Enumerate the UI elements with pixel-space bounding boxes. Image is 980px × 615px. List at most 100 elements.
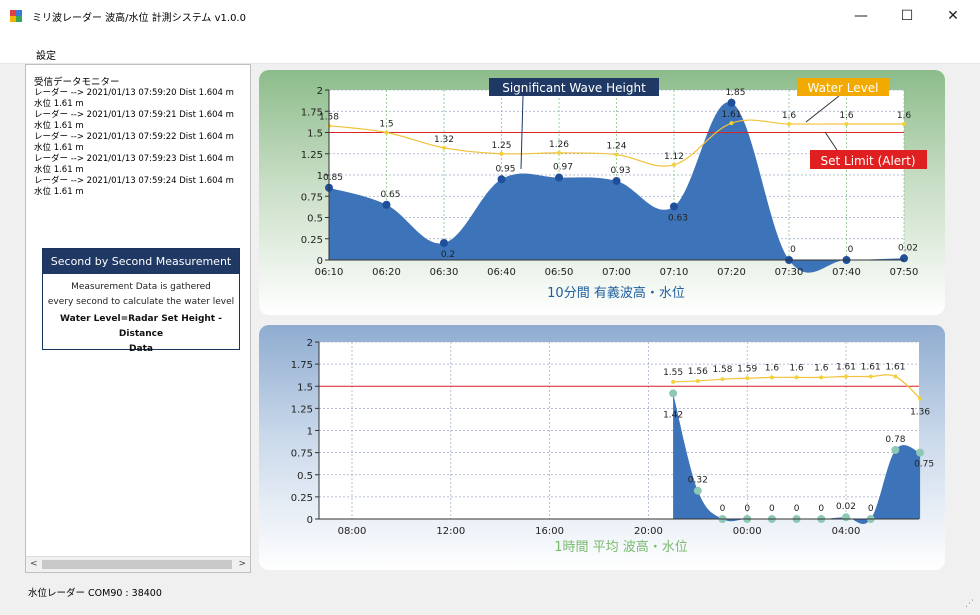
wave-height-label: 1.42 xyxy=(663,410,683,420)
wave-height-point xyxy=(670,202,678,211)
wave-height-point xyxy=(891,445,900,454)
water-level-label: 1.6 xyxy=(814,363,829,373)
wave-height-label: 0.93 xyxy=(610,166,630,176)
scroll-thumb[interactable] xyxy=(42,560,232,569)
water-level-label: 1.61 xyxy=(861,363,881,373)
y-tick-label: 0.25 xyxy=(291,493,313,504)
scroll-left-icon[interactable]: < xyxy=(30,559,38,569)
minimize-button[interactable]: — xyxy=(838,0,884,32)
monitor-title: 受信データモニター xyxy=(34,77,120,88)
log-line: 水位 1.61 m xyxy=(34,121,84,131)
y-tick-label: 1.75 xyxy=(291,360,313,371)
wave-height-point xyxy=(916,448,925,457)
log-line: レーダー --> 2021/01/13 07:59:24 Dist 1.604 … xyxy=(34,176,234,186)
x-tick-label: 06:50 xyxy=(545,267,574,278)
water-level-point xyxy=(769,375,774,380)
wave-height-label: 0 xyxy=(744,504,750,514)
horizontal-scrollbar[interactable]: < > xyxy=(26,556,250,572)
chart-title: 1時間 平均 波高・水位 xyxy=(554,539,688,555)
ten-minute-chart: 1.581.51.321.25 1.26 1.241.121.61 1.6 1.6 1.6… xyxy=(301,78,927,301)
water-level-label: 1.6 xyxy=(765,363,780,373)
water-level-label: 1.6 xyxy=(839,111,854,121)
wave-height-label: 0.85 xyxy=(323,173,343,183)
water-level-point xyxy=(729,121,734,126)
x-tick-label: 06:20 xyxy=(372,267,401,278)
water-level-point xyxy=(672,162,676,167)
wave-height-point xyxy=(382,200,391,209)
y-tick-label: 0 xyxy=(317,256,323,267)
water-level-point xyxy=(902,122,906,126)
window-title: ミリ波レーダー 波高/水位 計測システム v1.0.0 xyxy=(32,13,246,24)
resize-grip-icon[interactable]: ⋰ xyxy=(965,599,974,609)
water-level-point xyxy=(442,145,446,150)
app-icon xyxy=(10,10,22,22)
chart-title: 10分間 有義波高・水位 xyxy=(547,285,685,301)
y-tick-label: 1.25 xyxy=(301,150,323,161)
water-level-label: 1.58 xyxy=(712,365,732,375)
log-line: 水位 1.61 m xyxy=(34,165,84,175)
y-tick-label: 2 xyxy=(317,86,323,97)
log-line: レーダー --> 2021/01/13 07:59:23 Dist 1.604 … xyxy=(34,154,234,164)
info-text-line: every second to calculate the water leve… xyxy=(47,297,235,307)
water-level-point xyxy=(868,374,873,379)
water-level-label: 1.6 xyxy=(782,111,797,121)
x-tick-label: 06:40 xyxy=(487,267,516,278)
water-level-point xyxy=(499,151,504,156)
legend-set-limit: Set Limit (Alert) xyxy=(820,154,915,168)
wave-height-point xyxy=(612,176,621,185)
x-tick-label: 07:50 xyxy=(890,267,919,278)
y-tick-label: 0.5 xyxy=(297,471,313,482)
wave-height-label: 0.02 xyxy=(836,502,856,512)
x-tick-label: 07:30 xyxy=(775,267,804,278)
x-tick-label: 07:40 xyxy=(832,267,861,278)
monitor-log: レーダー --> 2021/01/13 07:59:20 Dist 1.604 … xyxy=(34,88,249,198)
info-formula-line: Data xyxy=(129,344,153,354)
water-level-point xyxy=(557,150,561,155)
water-level-point xyxy=(695,378,700,383)
water-level-label: 1.25 xyxy=(491,141,511,151)
y-tick-label: 0.25 xyxy=(301,235,323,246)
x-tick-label: 08:00 xyxy=(338,526,367,537)
wave-height-label: 0.75 xyxy=(914,460,934,470)
water-level-label: 1.55 xyxy=(663,368,683,378)
y-tick-label: 1.25 xyxy=(291,404,313,415)
wave-height-point xyxy=(440,239,448,247)
maximize-icon: ☐ xyxy=(900,8,914,24)
hourly-chart: 1.55 1.56 1.58 1.59 1.6 1.6 1.6 1.61 1.61 1.61 1.3… xyxy=(291,338,934,555)
x-tick-label: 04:00 xyxy=(832,526,861,537)
wave-height-label: 0 xyxy=(848,245,854,255)
y-tick-label: 0.5 xyxy=(307,214,323,225)
data-monitor-panel: 受信データモニター レーダー --> 2021/01/13 07:59:20 D… xyxy=(25,64,251,573)
wave-height-point xyxy=(555,173,563,182)
wave-height-label: 0.02 xyxy=(898,243,918,253)
x-tick-label: 20:00 xyxy=(634,526,663,537)
water-level-point xyxy=(787,122,791,126)
wave-height-label: 0 xyxy=(790,245,796,255)
water-level-point xyxy=(844,374,848,379)
close-button[interactable]: ✕ xyxy=(930,0,976,32)
scroll-right-icon[interactable]: > xyxy=(238,559,246,569)
wave-height-label: 1.85 xyxy=(725,88,745,98)
y-tick-label: 1 xyxy=(317,171,323,182)
water-level-point xyxy=(671,379,676,384)
y-tick-label: 1.5 xyxy=(307,129,323,140)
water-level-label: 1.36 xyxy=(910,408,930,418)
water-level-label: 1.61 xyxy=(885,363,905,373)
y-tick-label: 0 xyxy=(307,515,313,526)
water-level-label: 1.61 xyxy=(721,110,741,120)
info-formula-line: Water Level=Radar Set Height - Distance xyxy=(60,314,222,339)
x-tick-label: 12:00 xyxy=(436,526,465,537)
water-level-label: 1.61 xyxy=(836,363,856,373)
maximize-button[interactable]: ☐ xyxy=(884,0,930,32)
water-level-point xyxy=(844,122,849,126)
wave-height-label: 0.2 xyxy=(441,250,455,260)
log-line: 水位 1.61 m xyxy=(34,99,84,109)
x-tick-label: 07:10 xyxy=(660,267,689,278)
menu-settings[interactable]: 設定 xyxy=(36,47,56,62)
log-line: レーダー --> 2021/01/13 07:59:21 Dist 1.604 … xyxy=(34,110,234,120)
y-tick-label: 1.75 xyxy=(301,107,323,118)
water-level-label: 1.6 xyxy=(789,363,804,373)
water-level-point xyxy=(614,152,619,157)
wave-height-point xyxy=(842,513,850,522)
wave-height-label: 0 xyxy=(720,504,726,514)
